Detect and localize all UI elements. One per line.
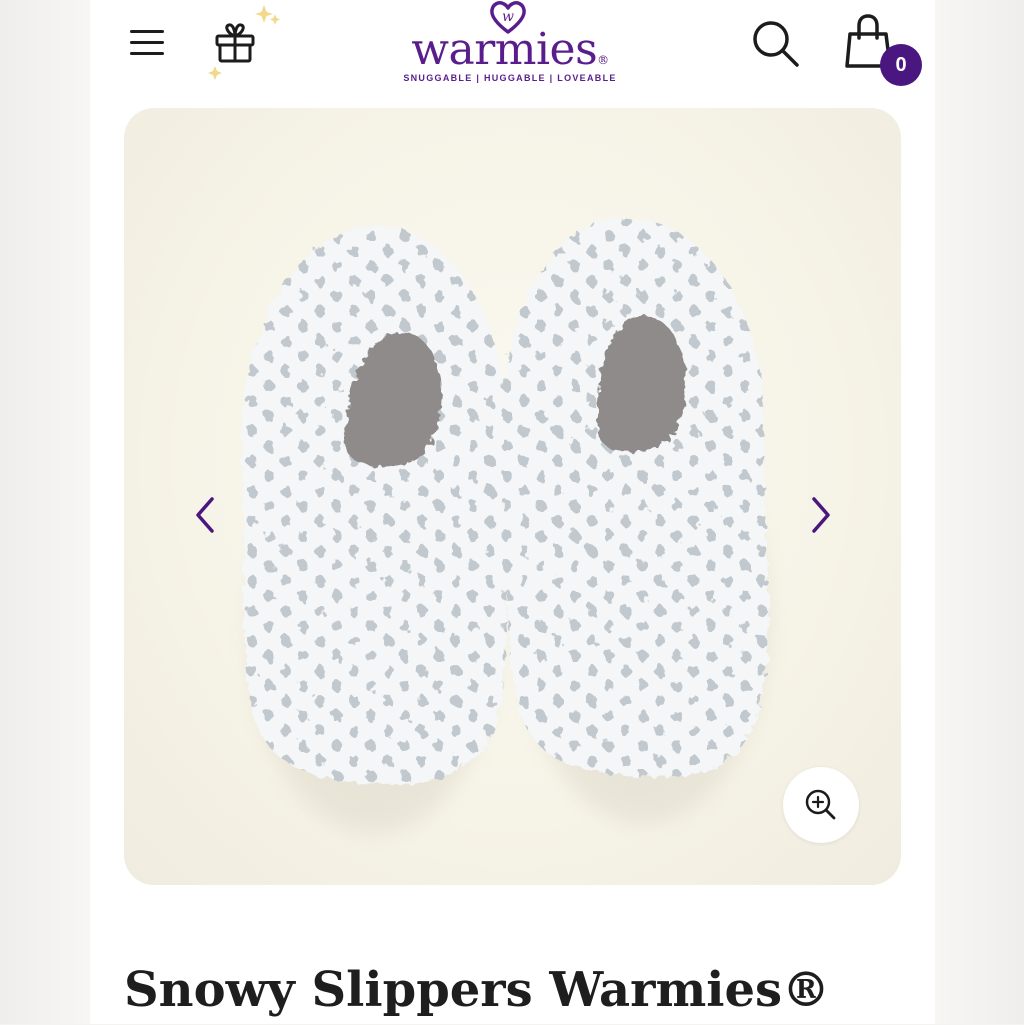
logo-wordmark: warmies® bbox=[390, 20, 630, 80]
page-margin-left bbox=[0, 0, 90, 1024]
gift-svg bbox=[208, 5, 280, 80]
search-svg bbox=[753, 21, 799, 67]
logo-wordmark-text: warmies bbox=[411, 24, 598, 75]
product-title: Snowy Slippers Warmies® bbox=[124, 962, 831, 1018]
chevron-right-icon[interactable] bbox=[800, 493, 840, 537]
shopping-bag-icon[interactable]: 0 bbox=[844, 12, 924, 90]
page-margin-right bbox=[935, 0, 1024, 1024]
right-slipper bbox=[501, 217, 769, 778]
chevron-left-icon[interactable] bbox=[186, 493, 226, 537]
zoom-svg bbox=[805, 789, 836, 820]
product-page: w warmies® SNUGGABLE | HUGGABLE | LOVEAB… bbox=[90, 0, 935, 1024]
site-header: w warmies® SNUGGABLE | HUGGABLE | LOVEAB… bbox=[90, 0, 935, 100]
left-slipper bbox=[241, 225, 507, 785]
warmies-logo[interactable]: w warmies® SNUGGABLE | HUGGABLE | LOVEAB… bbox=[390, 0, 630, 95]
zoom-in-icon[interactable] bbox=[783, 767, 859, 843]
cart-count-badge: 0 bbox=[880, 44, 922, 86]
hamburger-menu-icon[interactable] bbox=[126, 22, 168, 64]
chevron-right-svg bbox=[812, 497, 830, 533]
search-icon[interactable] bbox=[750, 18, 802, 70]
logo-tagline: SNUGGABLE | HUGGABLE | LOVEABLE bbox=[403, 73, 617, 83]
registered-mark: ® bbox=[597, 53, 609, 67]
product-image-gallery[interactable] bbox=[124, 108, 901, 885]
chevron-left-svg bbox=[196, 497, 214, 533]
gift-icon[interactable] bbox=[208, 0, 288, 90]
